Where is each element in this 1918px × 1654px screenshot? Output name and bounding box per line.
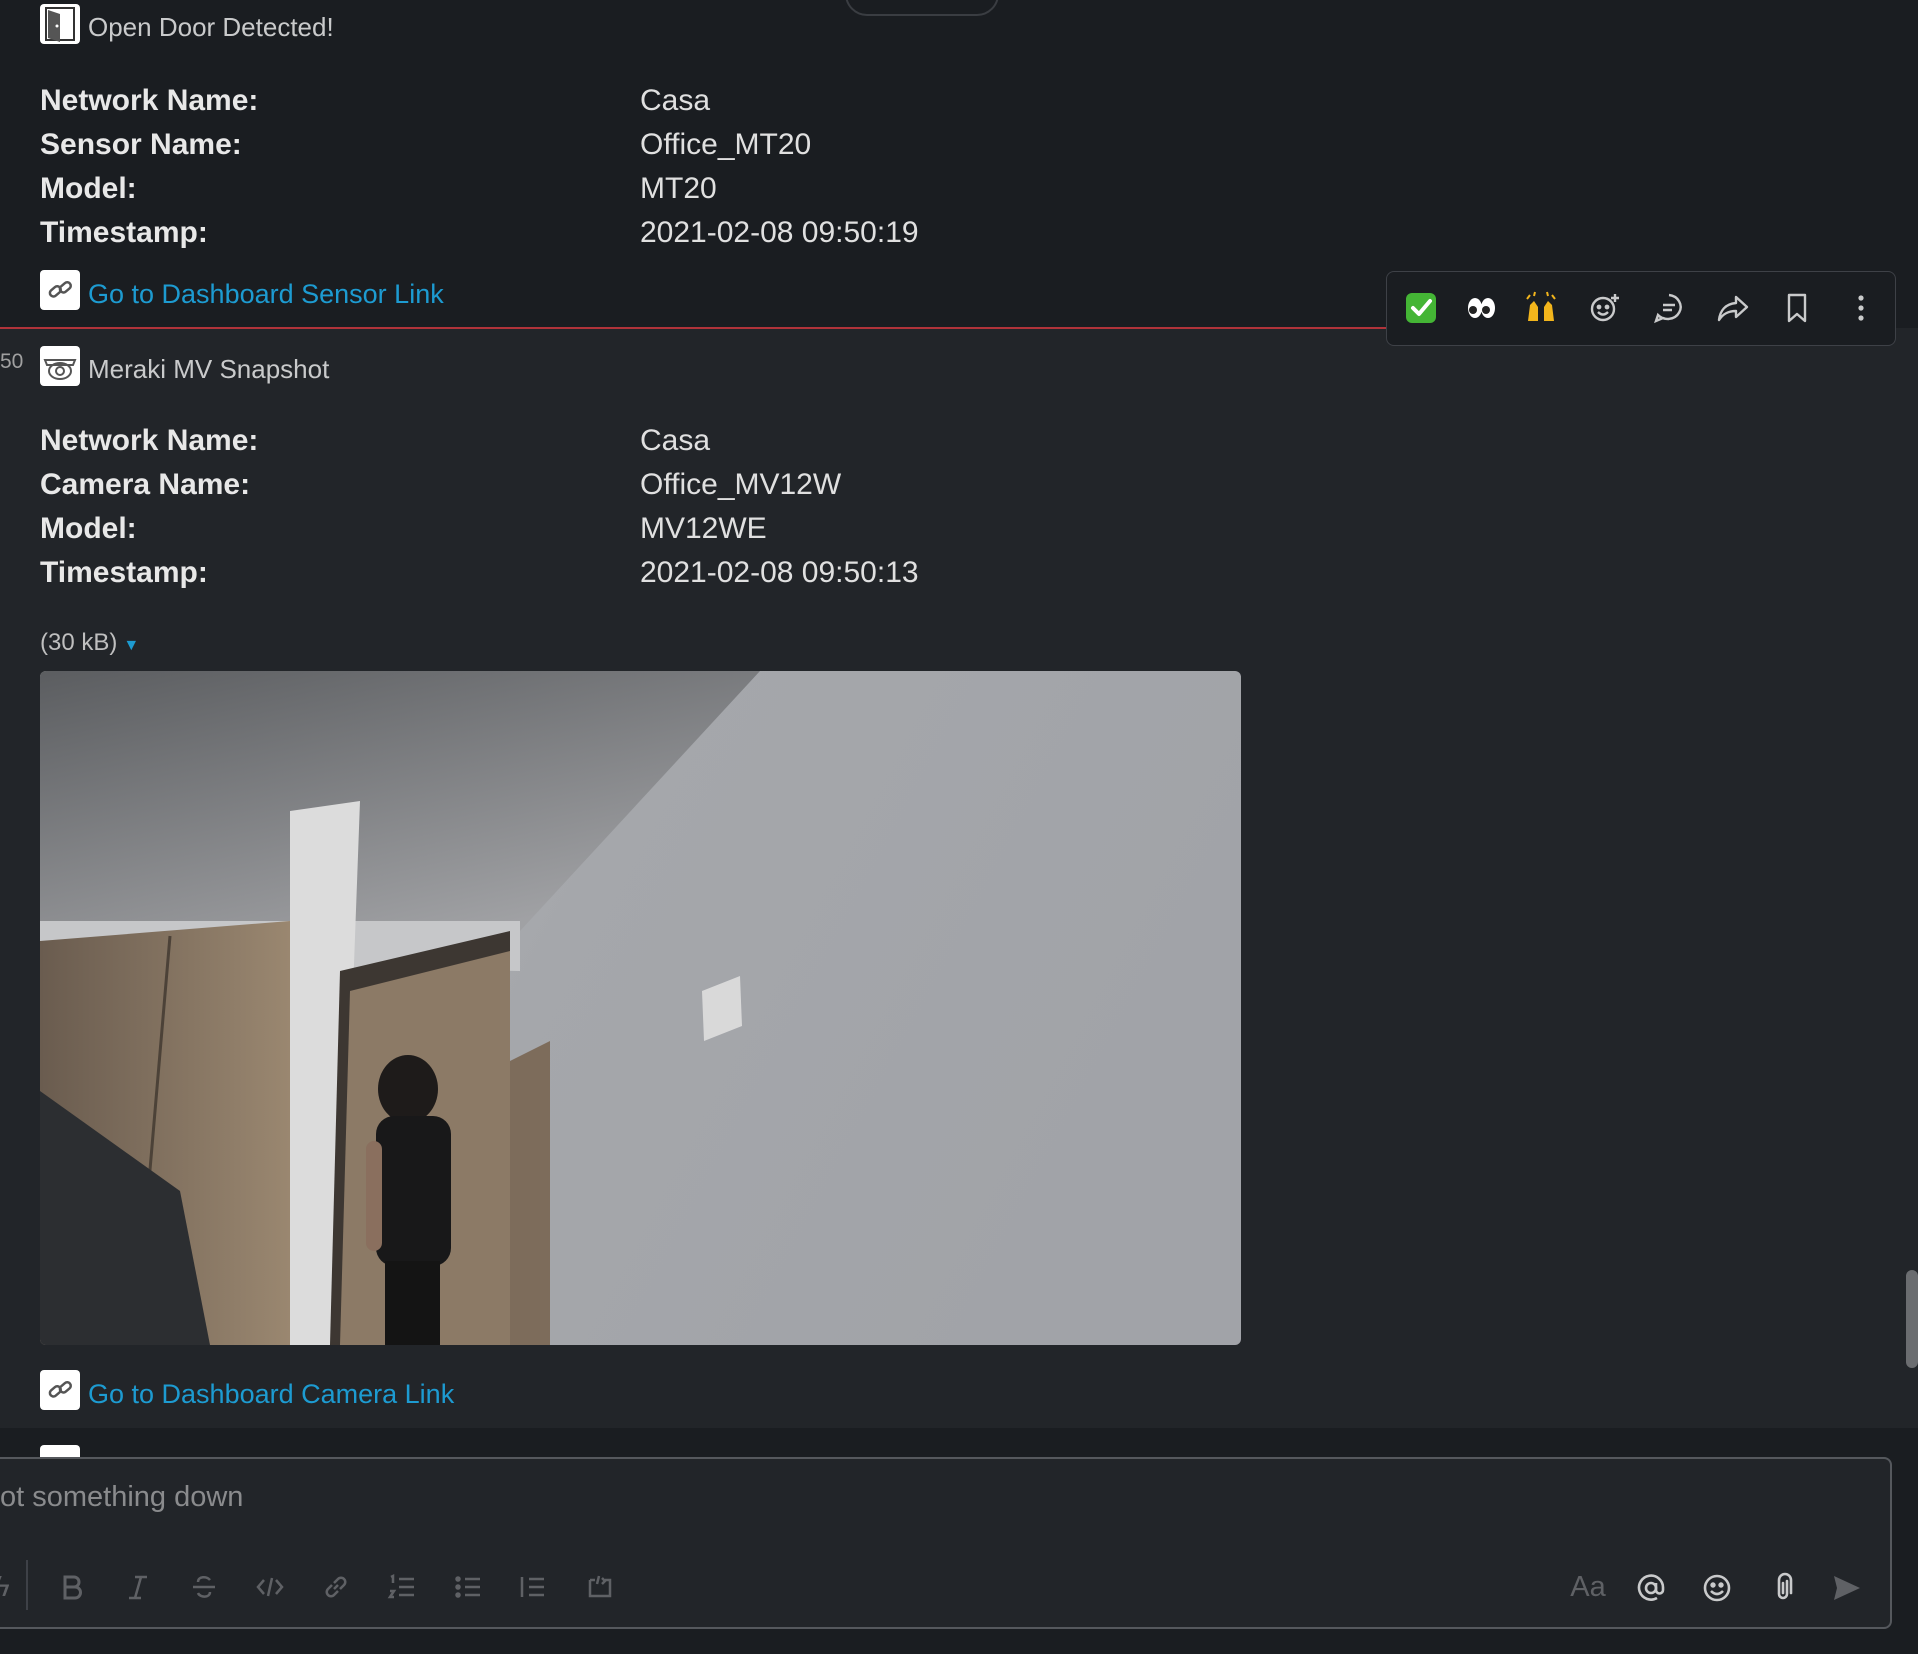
field-label-network: Network Name: [40,84,259,117]
add-reaction-icon[interactable] [1581,284,1629,332]
next-message-icon [40,1445,80,1457]
message-actions-toolbar [1386,271,1896,346]
field-value-timestamp: 2021-02-08 09:50:19 [640,216,919,249]
field-label-model: Model: [40,172,137,205]
eyes-emoji-button[interactable] [1457,284,1505,332]
format-label: Aa [1570,1570,1606,1603]
scrollbar-thumb[interactable] [1906,1270,1918,1368]
reply-in-thread-icon[interactable] [1645,284,1693,332]
field-label-network: Network Name: [40,424,259,457]
camera-icon [40,346,80,386]
dashboard-camera-link[interactable]: Go to Dashboard Camera Link [88,1379,454,1410]
field-value-timestamp: 2021-02-08 09:50:13 [640,556,919,589]
share-icon[interactable] [1709,284,1757,332]
white-check-mark-emoji-button[interactable] [1397,284,1445,332]
mention-icon[interactable] [1630,1567,1672,1609]
shortcuts-icon[interactable]: ϟ [0,1567,22,1607]
link-format-icon[interactable] [316,1567,356,1607]
caret-down-icon: ▼ [123,637,140,654]
field-value-sensor: Office_MT20 [640,128,812,161]
dashboard-sensor-link[interactable]: Go to Dashboard Sensor Link [88,279,444,310]
strikethrough-icon[interactable] [184,1567,224,1607]
raised-hands-emoji-button[interactable] [1517,284,1565,332]
message-input[interactable]: ot something down [0,1481,243,1514]
field-label-camera: Camera Name: [40,468,251,501]
field-value-camera: Office_MV12W [640,468,842,501]
field-value-network: Casa [640,84,711,117]
attachment-size-toggle[interactable]: (30 kB) ▼ [40,629,139,657]
new-messages-pill[interactable] [845,0,999,16]
send-icon[interactable] [1826,1567,1868,1609]
save-bookmark-icon[interactable] [1773,284,1821,332]
field-value-network: Casa [640,424,711,457]
message-timestamp[interactable]: 50 [0,350,23,374]
italic-icon[interactable] [118,1567,158,1607]
field-label-sensor: Sensor Name: [40,128,242,161]
bulleted-list-icon[interactable] [448,1567,488,1607]
emoji-icon[interactable] [1696,1567,1738,1609]
bold-icon[interactable] [52,1567,92,1607]
door-icon [40,4,80,44]
code-block-icon[interactable] [580,1567,620,1607]
new-messages-divider [0,327,1390,329]
ordered-list-icon[interactable] [382,1567,422,1607]
blockquote-icon[interactable] [512,1567,552,1607]
more-actions-icon[interactable] [1837,284,1885,332]
attachment-size: (30 kB) [40,629,118,656]
field-value-model: MV12WE [640,512,767,545]
message-title: Meraki MV Snapshot [88,354,330,384]
link-icon [40,270,80,310]
message-title: Open Door Detected! [88,12,334,42]
toolbar-separator [26,1560,28,1610]
field-value-model: MT20 [640,172,717,205]
field-label-model: Model: [40,512,137,545]
attachment-icon[interactable] [1762,1567,1804,1609]
show-formatting-button[interactable]: Aa [1566,1567,1610,1607]
camera-snapshot-image[interactable] [40,671,1241,1345]
field-label-timestamp: Timestamp: [40,556,208,589]
code-icon[interactable] [250,1567,290,1607]
link-icon [40,1370,80,1410]
field-label-timestamp: Timestamp: [40,216,208,249]
